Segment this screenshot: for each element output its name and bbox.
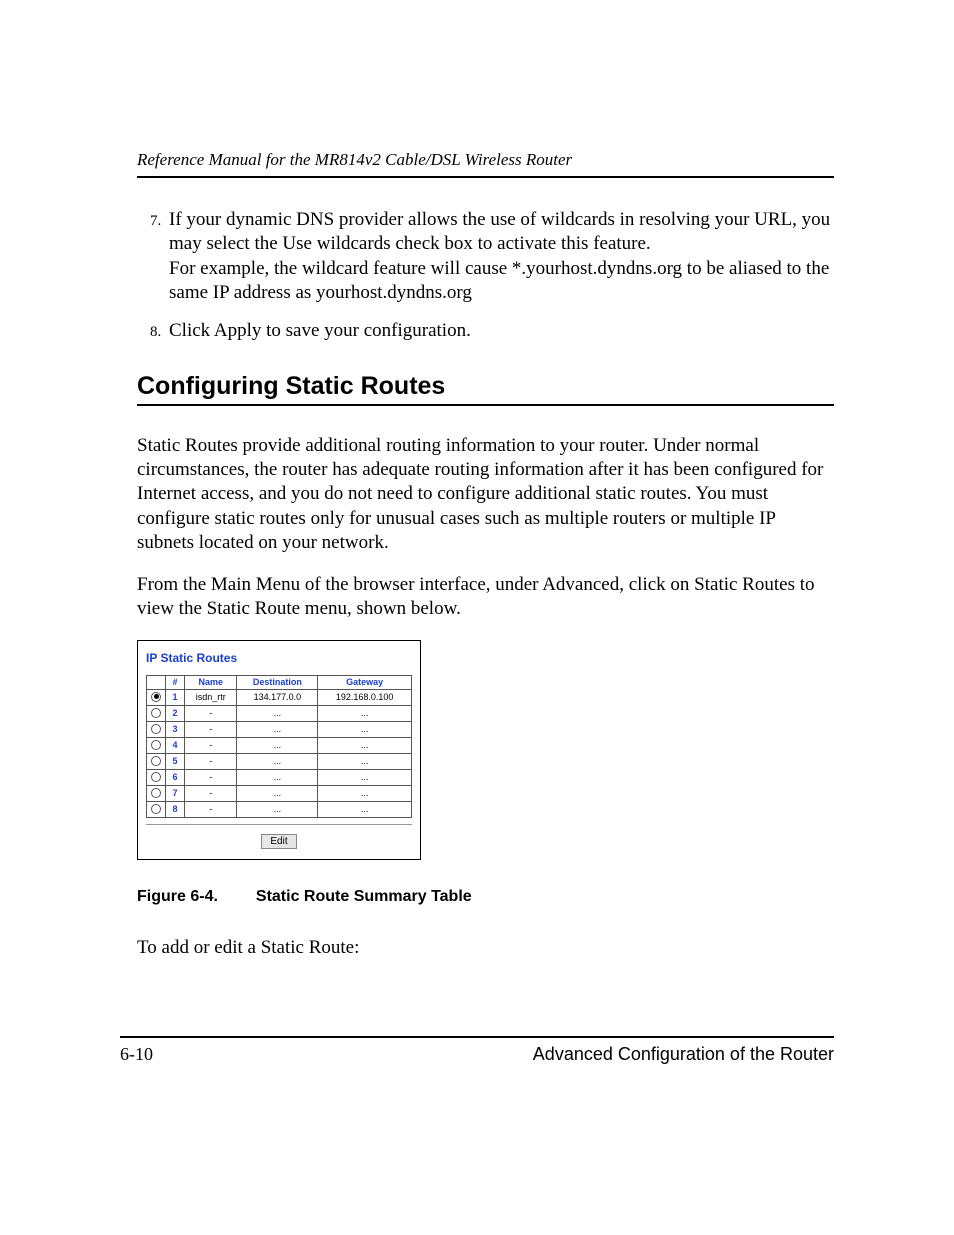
radio-icon[interactable] [151, 788, 161, 798]
step-item: If your dynamic DNS provider allows the … [165, 208, 834, 305]
section-heading: Configuring Static Routes [137, 372, 834, 401]
step-text: For example, the wildcard feature will c… [169, 258, 829, 303]
col-name: Name [185, 675, 237, 689]
routes-table: # Name Destination Gateway 1isdn_rtr134.… [146, 675, 412, 818]
route-gateway: ... [318, 753, 412, 769]
figure-number: Figure 6-4. [137, 888, 218, 905]
route-radio-cell[interactable] [147, 721, 166, 737]
table-row: 7-...... [147, 785, 412, 801]
table-row: 8-...... [147, 801, 412, 817]
route-name: - [185, 753, 237, 769]
radio-icon[interactable] [151, 804, 161, 814]
numbered-steps: If your dynamic DNS provider allows the … [137, 208, 834, 344]
step-text: Click Apply to save your configuration. [169, 320, 471, 341]
route-name: isdn_rtr [185, 689, 237, 705]
body-paragraph: To add or edit a Static Route: [137, 936, 834, 960]
step-item: Click Apply to save your configuration. [165, 319, 834, 343]
table-row: 3-...... [147, 721, 412, 737]
route-destination: ... [237, 785, 318, 801]
figure-title: Static Route Summary Table [256, 888, 472, 905]
route-name: - [185, 737, 237, 753]
route-index: 8 [166, 801, 185, 817]
table-row: 5-...... [147, 753, 412, 769]
table-row: 6-...... [147, 769, 412, 785]
route-index: 3 [166, 721, 185, 737]
route-gateway: ... [318, 705, 412, 721]
route-index: 4 [166, 737, 185, 753]
route-name: - [185, 769, 237, 785]
col-gateway: Gateway [318, 675, 412, 689]
route-gateway: ... [318, 801, 412, 817]
panel-divider [146, 824, 412, 825]
page-number: 6-10 [120, 1044, 153, 1065]
route-name: - [185, 801, 237, 817]
route-radio-cell[interactable] [147, 689, 166, 705]
route-radio-cell[interactable] [147, 737, 166, 753]
route-destination: ... [237, 737, 318, 753]
footer-chapter: Advanced Configuration of the Router [533, 1044, 834, 1065]
route-name: - [185, 785, 237, 801]
route-destination: ... [237, 769, 318, 785]
route-destination: ... [237, 721, 318, 737]
table-row: 2-...... [147, 705, 412, 721]
figure-caption: Figure 6-4. Static Route Summary Table [137, 888, 834, 906]
route-destination: 134.177.0.0 [237, 689, 318, 705]
route-destination: ... [237, 705, 318, 721]
radio-icon[interactable] [151, 708, 161, 718]
route-index: 1 [166, 689, 185, 705]
body-paragraph: Static Routes provide additional routing… [137, 434, 834, 556]
footer-rule [120, 1036, 834, 1038]
route-gateway: ... [318, 737, 412, 753]
static-routes-panel: IP Static Routes # Name Destination Gate… [137, 640, 421, 860]
route-name: - [185, 721, 237, 737]
body-paragraph: From the Main Menu of the browser interf… [137, 573, 834, 622]
radio-icon[interactable] [151, 692, 161, 702]
route-destination: ... [237, 801, 318, 817]
route-radio-cell[interactable] [147, 785, 166, 801]
route-index: 2 [166, 705, 185, 721]
radio-icon[interactable] [151, 772, 161, 782]
route-destination: ... [237, 753, 318, 769]
route-name: - [185, 705, 237, 721]
edit-button[interactable]: Edit [261, 834, 296, 849]
route-gateway: ... [318, 721, 412, 737]
col-number: # [166, 675, 185, 689]
route-gateway: ... [318, 769, 412, 785]
step-text: If your dynamic DNS provider allows the … [169, 209, 830, 254]
col-destination: Destination [237, 675, 318, 689]
route-radio-cell[interactable] [147, 753, 166, 769]
radio-icon[interactable] [151, 740, 161, 750]
route-radio-cell[interactable] [147, 769, 166, 785]
route-radio-cell[interactable] [147, 801, 166, 817]
route-radio-cell[interactable] [147, 705, 166, 721]
col-radio [147, 675, 166, 689]
route-index: 5 [166, 753, 185, 769]
route-gateway: ... [318, 785, 412, 801]
route-index: 7 [166, 785, 185, 801]
panel-title: IP Static Routes [146, 651, 412, 665]
radio-icon[interactable] [151, 756, 161, 766]
route-gateway: 192.168.0.100 [318, 689, 412, 705]
page-footer: 6-10 Advanced Configuration of the Route… [120, 1036, 834, 1065]
running-header: Reference Manual for the MR814v2 Cable/D… [137, 150, 834, 170]
section-rule [137, 404, 834, 406]
document-page: Reference Manual for the MR814v2 Cable/D… [0, 0, 954, 1235]
radio-icon[interactable] [151, 724, 161, 734]
route-index: 6 [166, 769, 185, 785]
table-row: 1isdn_rtr134.177.0.0192.168.0.100 [147, 689, 412, 705]
table-row: 4-...... [147, 737, 412, 753]
header-rule [137, 176, 834, 178]
